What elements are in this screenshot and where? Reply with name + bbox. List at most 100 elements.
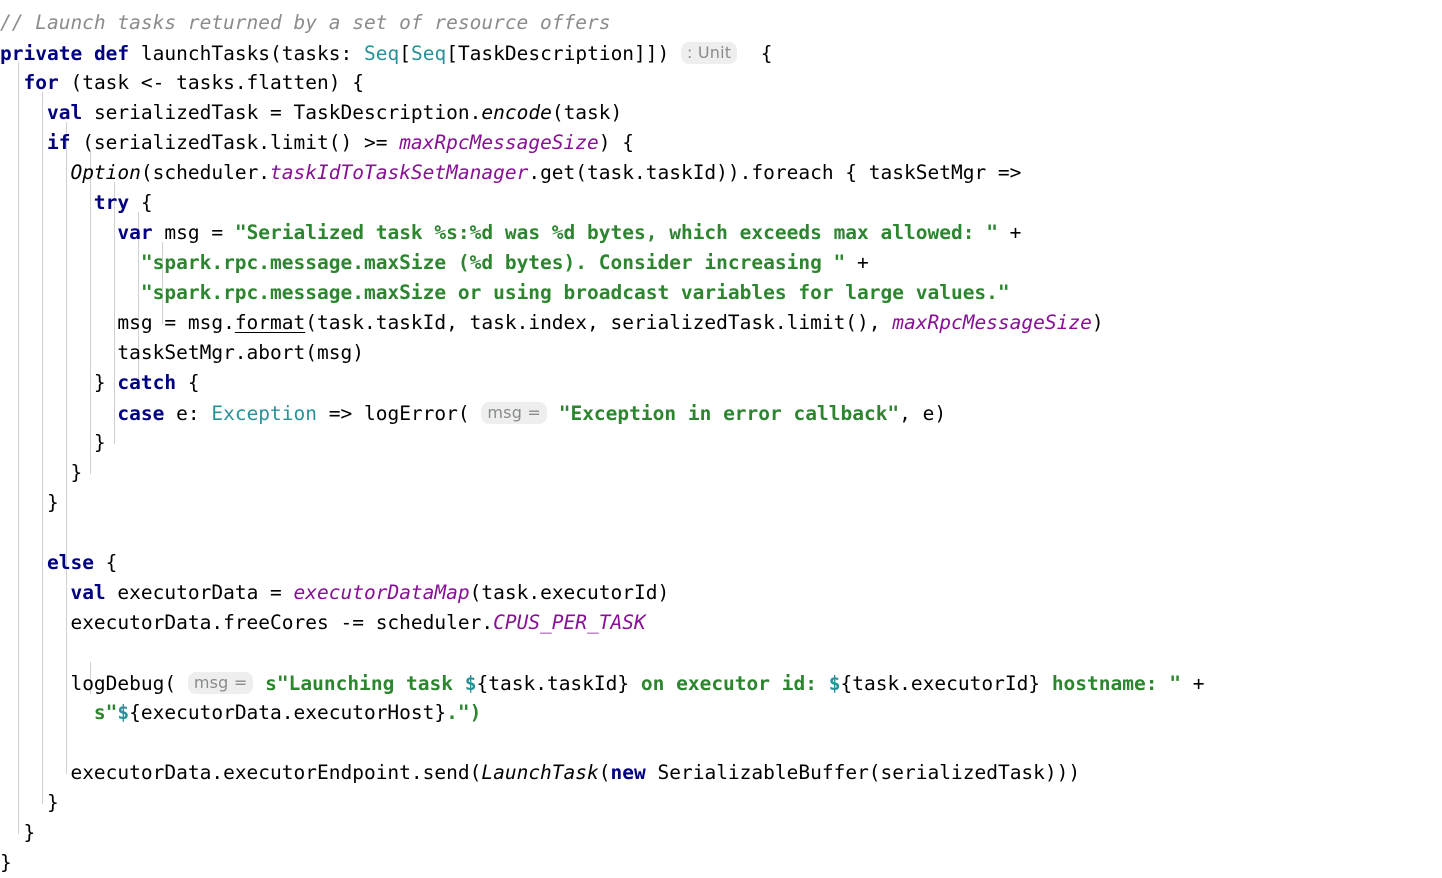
interpolation-dollar: $ — [464, 672, 477, 695]
type-exception: Exception — [211, 402, 318, 425]
code-line-9[interactable]: "spark.rpc.message.maxSize (%d bytes). C… — [0, 248, 1442, 278]
field-cpus-per-task: CPUS_PER_TASK — [493, 611, 646, 634]
string-launching-task-head: s"Launching task — [253, 672, 465, 695]
code-line-4[interactable]: val serializedTask = TaskDescription.enc… — [0, 98, 1442, 128]
executor-id-arg: (task.executorId) — [469, 581, 670, 604]
paren-close: ) — [1091, 311, 1104, 334]
keyword-case: case — [117, 402, 165, 425]
code-line-20[interactable]: val executorData = executorDataMap(task.… — [0, 578, 1442, 608]
foreach-clause: .get(task.taskId)).foreach { taskSetMgr … — [528, 161, 1022, 184]
code-line-17[interactable]: } — [0, 488, 1442, 518]
executor-data-assignment: executorData = — [105, 581, 294, 604]
brace-close: } — [23, 821, 36, 844]
inlay-hint-return-type[interactable]: : Unit — [681, 42, 738, 64]
keyword-if: if — [46, 131, 71, 154]
code-line-5[interactable]: if (serializedTask.limit() >= maxRpcMess… — [0, 128, 1442, 158]
field-max-rpc-message-size: maxRpcMessageSize — [892, 311, 1092, 334]
code-line-10[interactable]: "spark.rpc.message.maxSize or using broa… — [0, 278, 1442, 308]
type-seq-outer: Seq — [363, 42, 400, 65]
keyword-def: def — [93, 42, 130, 65]
abort-call: taskSetMgr.abort(msg) — [117, 341, 364, 364]
string-interp-prefix: s" — [93, 701, 118, 724]
keyword-for: for — [23, 71, 59, 94]
brace-close: } — [0, 851, 12, 874]
code-line-13[interactable]: } catch { — [0, 368, 1442, 398]
interpolation-dollar: $ — [828, 672, 841, 695]
keyword-private: private — [0, 42, 83, 65]
if-condition-head: (serializedTask.limit() >= — [70, 131, 400, 154]
concat-operator: + — [845, 251, 869, 274]
concat-operator: + — [1180, 672, 1205, 695]
string-literal-maxsize-consider: "spark.rpc.message.maxSize (%d bytes). C… — [140, 251, 846, 274]
comment-token: // Launch tasks returned by a set of res… — [0, 11, 611, 34]
code-line-2[interactable]: private def launchTasks(tasks: Seq[Seq[T… — [0, 38, 1442, 68]
keyword-var: var — [117, 221, 153, 244]
case-binding: e: — [164, 402, 212, 425]
code-line-1[interactable]: // Launch tasks returned by a set of res… — [0, 8, 1442, 38]
code-line-7[interactable]: try { — [0, 188, 1442, 218]
code-line-21[interactable]: executorData.freeCores -= scheduler.CPUS… — [0, 608, 1442, 638]
bracket-open: [ — [399, 42, 411, 65]
brace-close: } — [46, 791, 59, 814]
case-class-launch-task: LaunchTask — [481, 761, 599, 784]
code-line-23[interactable]: logDebug( msg = s"Launching task ${task.… — [0, 668, 1442, 698]
inlay-hint-param-msg[interactable]: msg = — [187, 672, 254, 694]
endpoint-send-call: executorData.executorEndpoint.send( — [70, 761, 482, 784]
code-line-8[interactable]: var msg = "Serialized task %s:%d was %d … — [0, 218, 1442, 248]
type-seq-inner: Seq — [410, 42, 447, 65]
code-editor-viewport[interactable]: // Launch tasks returned by a set of res… — [0, 0, 1442, 874]
serializable-buffer-args: SerializableBuffer(serializedTask))) — [645, 761, 1081, 784]
string-hostname-tail: hostname: " — [1040, 672, 1181, 695]
string-literal-broadcast-variables: "spark.rpc.message.maxSize or using broa… — [140, 281, 1010, 304]
inlay-hint-param-msg[interactable]: msg = — [481, 402, 547, 424]
code-line-11[interactable]: msg = msg.format(task.taskId, task.index… — [0, 308, 1442, 338]
code-line-26[interactable]: executorData.executorEndpoint.send(Launc… — [0, 758, 1442, 788]
encode-args: (task) — [551, 101, 623, 124]
logdebug-call: logDebug( — [70, 672, 188, 695]
keyword-try: try — [93, 191, 130, 214]
scheduler-ref: (scheduler. — [140, 161, 271, 184]
code-line-24[interactable]: s"${executorData.executorHost}.") — [0, 698, 1442, 728]
code-line-16[interactable]: } — [0, 458, 1442, 488]
try-brace: { — [129, 191, 153, 214]
signature-tail: [TaskDescription]]) — [446, 42, 670, 65]
brace-close: } — [46, 491, 59, 514]
code-line-15[interactable]: } — [0, 428, 1442, 458]
keyword-val: val — [70, 581, 106, 604]
paren-open: ( — [598, 761, 611, 784]
logerror-args-tail: , e) — [899, 402, 947, 425]
code-line-22-blank[interactable] — [0, 638, 1442, 668]
code-line-19[interactable]: else { — [0, 548, 1442, 578]
code-line-12[interactable]: taskSetMgr.abort(msg) — [0, 338, 1442, 368]
object-option: Option — [70, 161, 141, 184]
code-line-25-blank[interactable] — [0, 728, 1442, 758]
interpolation-executor-id: {task.executorId} — [840, 672, 1041, 695]
val-assignment: serializedTask = TaskDescription. — [82, 101, 482, 124]
keyword-else: else — [46, 551, 94, 574]
else-brace: { — [93, 551, 118, 574]
method-encode: encode — [481, 101, 552, 124]
string-literal-exception-callback: "Exception in error callback" — [546, 402, 900, 425]
if-condition-tail: ) { — [598, 131, 635, 154]
logerror-call: => logError( — [317, 402, 482, 425]
free-cores-decrement: executorData.freeCores -= scheduler. — [70, 611, 494, 634]
source-code-block[interactable]: // Launch tasks returned by a set of res… — [0, 0, 1442, 878]
code-line-28[interactable]: } — [0, 818, 1442, 848]
code-line-18-blank[interactable] — [0, 518, 1442, 548]
msg-format-head: msg = msg. — [117, 311, 235, 334]
keyword-catch: catch — [117, 371, 177, 394]
brace-close: } — [93, 431, 106, 454]
string-literal-serialized-task: "Serialized task %s:%d was %d bytes, whi… — [234, 221, 998, 244]
code-line-29[interactable]: } — [0, 848, 1442, 878]
code-line-27[interactable]: } — [0, 788, 1442, 818]
keyword-new: new — [610, 761, 646, 784]
code-line-6[interactable]: Option(scheduler.taskIdToTaskSetManager.… — [0, 158, 1442, 188]
brace-close: } — [70, 461, 83, 484]
interpolation-dollar: $ — [117, 701, 130, 724]
code-line-14[interactable]: case e: Exception => logError( msg = "Ex… — [0, 398, 1442, 428]
brace-close: } — [93, 371, 118, 394]
code-line-3[interactable]: for (task <- tasks.flatten) { — [0, 68, 1442, 98]
interpolation-task-id: {task.taskId} — [476, 672, 630, 695]
keyword-val: val — [46, 101, 83, 124]
